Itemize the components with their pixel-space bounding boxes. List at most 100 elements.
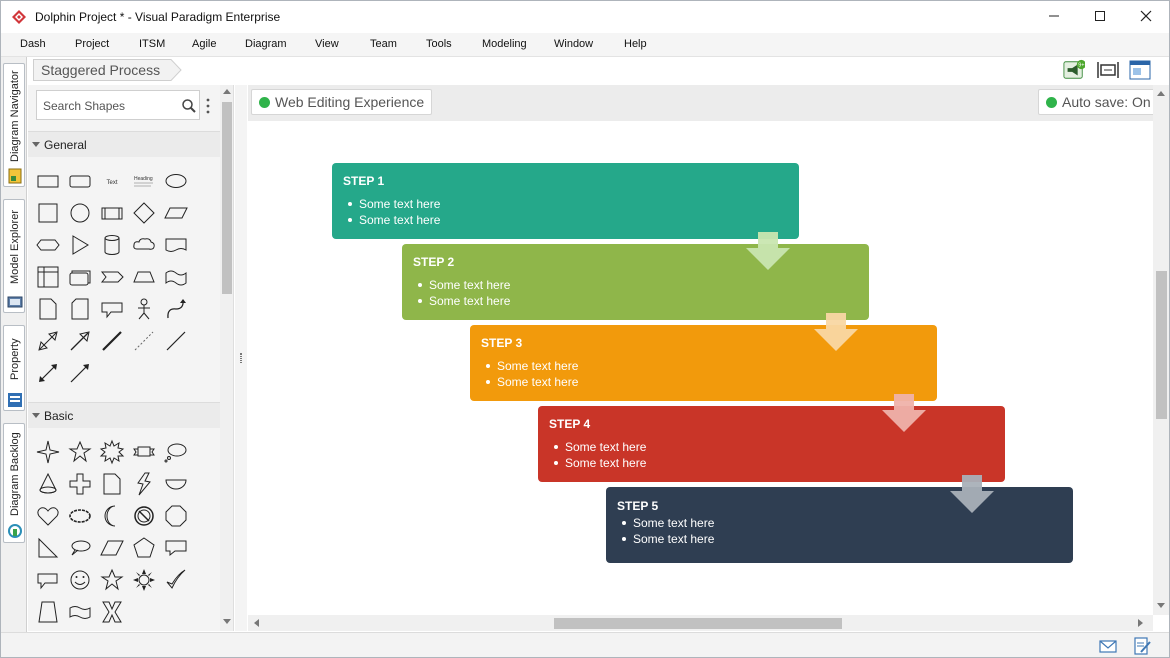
tab-property[interactable]: Property — [3, 325, 25, 411]
close-button[interactable] — [1123, 1, 1169, 31]
trapezoid-shape[interactable] — [130, 263, 158, 291]
square-shape[interactable] — [34, 199, 62, 227]
rectangle-callout-shape[interactable] — [162, 534, 190, 562]
step-2-arrow-icon[interactable] — [814, 313, 858, 351]
page-shape[interactable] — [98, 470, 126, 498]
process-shape[interactable] — [98, 199, 126, 227]
cloud-shape[interactable] — [130, 231, 158, 259]
tab-diagram-navigator[interactable]: Diagram Navigator — [3, 63, 25, 187]
right-triangle-shape[interactable] — [34, 534, 62, 562]
search-input[interactable] — [43, 97, 173, 115]
ellipse-shape[interactable] — [162, 167, 190, 195]
heading-shape[interactable]: Heading — [130, 167, 158, 195]
scrollbar-thumb[interactable] — [222, 102, 232, 294]
card-shape[interactable] — [34, 295, 62, 323]
canvas-horizontal-scrollbar[interactable] — [248, 615, 1153, 631]
scalloped-oval-shape[interactable] — [66, 502, 94, 530]
menu-itsm[interactable]: ITSM — [139, 38, 165, 50]
autosave-indicator[interactable]: Auto save: On — [1038, 89, 1159, 115]
lightning-shape[interactable] — [130, 470, 158, 498]
maximize-button[interactable] — [1077, 1, 1123, 31]
cone-shape[interactable] — [34, 470, 62, 498]
ribbon-shape[interactable] — [130, 438, 158, 466]
menu-modeling[interactable]: Modeling — [482, 38, 527, 50]
diagram-overview-icon[interactable] — [1129, 59, 1151, 81]
cylinder-shape[interactable] — [98, 231, 126, 259]
step-2-box[interactable]: STEP 2 Some text here Some text here — [402, 244, 869, 320]
sun-shape[interactable] — [130, 566, 158, 594]
smiley-shape[interactable] — [66, 566, 94, 594]
splitter-grip-icon[interactable] — [240, 353, 242, 363]
actor-shape[interactable] — [130, 295, 158, 323]
speech-callout-shape[interactable] — [34, 566, 62, 594]
hexagon-shape[interactable] — [34, 231, 62, 259]
scrollbar-thumb[interactable] — [1156, 271, 1167, 419]
edit-note-icon[interactable] — [1132, 637, 1152, 655]
text-shape[interactable]: Text — [98, 167, 126, 195]
tab-diagram-backlog[interactable]: Diagram Backlog — [3, 423, 25, 543]
step-4-arrow-icon[interactable] — [950, 475, 994, 513]
check-mark-shape[interactable] — [162, 566, 190, 594]
double-arrow-shape[interactable] — [34, 327, 62, 355]
connector-shape[interactable] — [66, 359, 94, 387]
category-basic[interactable]: Basic — [28, 402, 220, 428]
minimize-button[interactable] — [1031, 1, 1077, 31]
more-options-icon[interactable] — [205, 98, 211, 114]
mail-icon[interactable] — [1098, 637, 1118, 655]
cross-shape[interactable] — [66, 470, 94, 498]
curve-connector-shape[interactable] — [162, 295, 190, 323]
scroll-up-arrow-icon[interactable] — [1157, 91, 1165, 96]
heart-shape[interactable] — [34, 502, 62, 530]
menu-team[interactable]: Team — [370, 38, 397, 50]
step-1-arrow-icon[interactable] — [746, 232, 790, 270]
search-icon[interactable] — [181, 98, 197, 114]
shapes-scrollbar[interactable] — [220, 85, 233, 631]
scroll-left-arrow-icon[interactable] — [254, 619, 259, 627]
menu-tools[interactable]: Tools — [426, 38, 452, 50]
folded-card-shape[interactable] — [66, 295, 94, 323]
slanted-parallelogram-shape[interactable] — [98, 534, 126, 562]
fit-diagram-icon[interactable] — [1097, 59, 1119, 81]
speech-oval-shape[interactable] — [66, 534, 94, 562]
step-1-box[interactable]: STEP 1 Some text here Some text here — [332, 163, 799, 239]
menu-dash[interactable]: Dash — [20, 38, 46, 50]
diamond-shape[interactable] — [130, 199, 158, 227]
scroll-right-arrow-icon[interactable] — [1138, 619, 1143, 627]
moon-shape[interactable] — [98, 502, 126, 530]
step-3-box[interactable]: STEP 3 Some text here Some text here — [470, 325, 937, 401]
step-3-arrow-icon[interactable] — [882, 394, 926, 432]
parallelogram-shape[interactable] — [162, 199, 190, 227]
tab-model-explorer[interactable]: Model Explorer — [3, 199, 25, 313]
category-general[interactable]: General — [28, 131, 220, 157]
canvas-vertical-scrollbar[interactable] — [1153, 85, 1169, 615]
four-point-star-shape[interactable] — [34, 438, 62, 466]
thought-bubble-shape[interactable] — [162, 438, 190, 466]
menu-window[interactable]: Window — [554, 38, 593, 50]
thick-line-shape[interactable] — [98, 327, 126, 355]
table-shape[interactable] — [34, 263, 62, 291]
menu-project[interactable]: Project — [75, 38, 109, 50]
scroll-down-arrow-icon[interactable] — [1157, 603, 1165, 608]
panel-splitter[interactable] — [235, 85, 247, 631]
five-point-star-shape[interactable] — [66, 438, 94, 466]
menu-agile[interactable]: Agile — [192, 38, 216, 50]
document-shape[interactable] — [162, 231, 190, 259]
step-5-box[interactable]: STEP 5 Some text here Some text here — [606, 487, 1073, 563]
menu-diagram[interactable]: Diagram — [245, 38, 287, 50]
line-shape[interactable] — [162, 327, 190, 355]
menu-view[interactable]: View — [315, 38, 339, 50]
pentagon-shape[interactable] — [130, 534, 158, 562]
triangle-shape[interactable] — [66, 231, 94, 259]
flared-trapezoid-shape[interactable] — [34, 598, 62, 626]
arrow-shape[interactable] — [66, 327, 94, 355]
rounded-rectangle-shape[interactable] — [66, 167, 94, 195]
scrollbar-thumb[interactable] — [554, 618, 842, 629]
multi-document-shape[interactable] — [66, 263, 94, 291]
scroll-down-arrow-icon[interactable] — [223, 619, 231, 624]
x-shape[interactable] — [98, 598, 126, 626]
diagram-canvas[interactable]: STEP 1 Some text here Some text here STE… — [248, 121, 1153, 615]
bidirectional-connector-shape[interactable] — [34, 359, 62, 387]
half-circle-shape[interactable] — [162, 470, 190, 498]
no-symbol-shape[interactable] — [130, 502, 158, 530]
double-wave-shape[interactable] — [66, 598, 94, 626]
